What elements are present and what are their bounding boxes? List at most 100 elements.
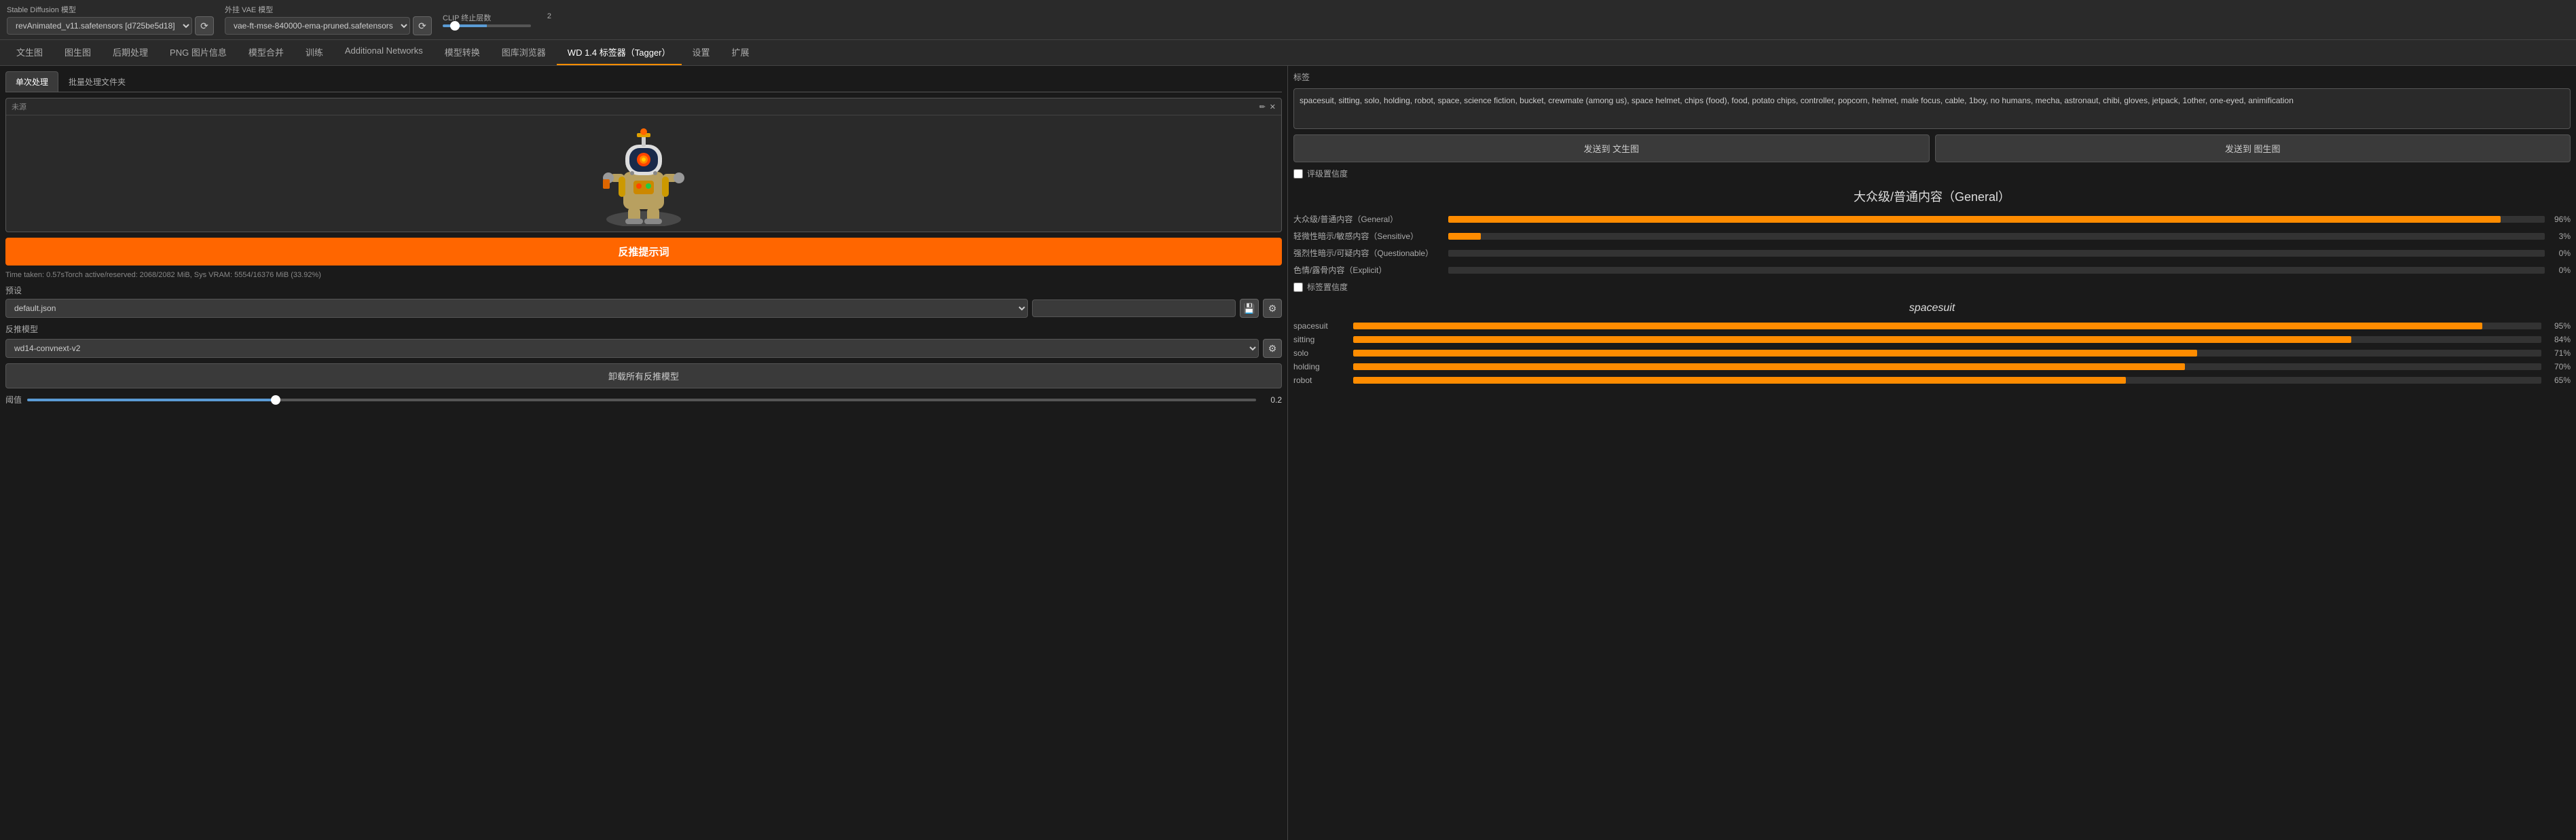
preset-label: 预设: [5, 285, 1282, 296]
tag-section-title: spacesuit: [1293, 298, 2571, 316]
preset-text-input[interactable]: [1032, 299, 1236, 317]
tab-extras[interactable]: 后期处理: [102, 40, 159, 65]
unload-button[interactable]: 卸载所有反推模型: [5, 363, 1282, 388]
tag-track-solo: [1353, 350, 2541, 357]
clip-value: 2: [547, 12, 551, 23]
tag-fill-solo: [1353, 350, 2197, 357]
rating-check-label: 评级置信度: [1307, 168, 1348, 179]
tag-fill-robot: [1353, 377, 2126, 384]
tag-checkbox[interactable]: [1293, 282, 1303, 292]
sd-model-label: Stable Diffusion 模型: [7, 4, 214, 15]
threshold-row: 阈值 0.2: [5, 394, 1282, 405]
rating-bars: 大众级/普通内容（General） 96% 轻微性暗示/敏感内容（Sensiti…: [1293, 213, 2571, 276]
bar-track-questionable: [1448, 250, 2545, 257]
rating-check: 评级置信度: [1293, 168, 2571, 179]
bar-track-sensitive: [1448, 233, 2545, 240]
category-title: 大众级/普通内容（General）: [1293, 185, 2571, 208]
rating-checkbox[interactable]: [1293, 169, 1303, 179]
tab-gallery[interactable]: 图库浏览器: [491, 40, 557, 65]
send-to-img2img-button[interactable]: 发送到 图生图: [1935, 134, 2571, 162]
tab-model-merge[interactable]: 模型合并: [238, 40, 295, 65]
tab-extensions[interactable]: 扩展: [721, 40, 760, 65]
tab-png-info[interactable]: PNG 图片信息: [159, 40, 238, 65]
tags-section-label: 标签: [1293, 71, 2571, 83]
tag-pct-robot: 65%: [2547, 376, 2571, 385]
image-drop-area: 未源 ✏ ✕: [5, 98, 1282, 232]
bar-pct-general: 96%: [2550, 215, 2571, 224]
bar-fill-sensitive: [1448, 233, 1481, 240]
tag-label-sitting: sitting: [1293, 335, 1348, 344]
bar-fill-general: [1448, 216, 2501, 223]
image-source-label: 未源: [12, 101, 26, 112]
tab-img2img[interactable]: 图生图: [54, 40, 102, 65]
model-section-label: 反推模型: [5, 323, 1282, 335]
vae-model-group: 外挂 VAE 模型 vae-ft-mse-840000-ema-pruned.s…: [225, 4, 432, 35]
bar-pct-explicit: 0%: [2550, 266, 2571, 275]
bar-track-explicit: [1448, 267, 2545, 274]
model-row: wd14-convnext-v2 ⚙: [5, 339, 1282, 358]
tab-txt2img[interactable]: 文生图: [5, 40, 54, 65]
tab-train[interactable]: 训练: [295, 40, 334, 65]
tag-bar-sitting: sitting 84%: [1293, 335, 2571, 344]
rating-bar-general: 大众级/普通内容（General） 96%: [1293, 213, 2571, 225]
vae-model-select-wrap: vae-ft-mse-840000-ema-pruned.safetensors…: [225, 16, 432, 35]
bar-pct-questionable: 0%: [2550, 249, 2571, 258]
bar-label-sensitive: 轻微性暗示/敏感内容（Sensitive）: [1293, 230, 1443, 242]
image-container: [6, 115, 1281, 232]
rating-bar-questionable: 强烈性暗示/可疑内容（Questionable） 0%: [1293, 247, 2571, 259]
tag-fill-spacesuit: [1353, 323, 2482, 329]
tag-pct-spacesuit: 95%: [2547, 321, 2571, 331]
inference-model-settings-button[interactable]: ⚙: [1263, 339, 1282, 358]
threshold-value: 0.2: [1262, 395, 1282, 405]
tag-bar-solo: solo 71%: [1293, 348, 2571, 358]
tag-track-sitting: [1353, 336, 2541, 343]
tag-label-robot: robot: [1293, 376, 1348, 385]
preset-row: default.json 💾 ⚙: [5, 299, 1282, 318]
reverse-button[interactable]: 反推提示词: [5, 238, 1282, 266]
sd-model-select-wrap: revAnimated_v11.safetensors [d725be5d18]…: [7, 16, 214, 35]
tab-model-convert[interactable]: 模型转换: [434, 40, 491, 65]
tag-check: 标签置信度: [1293, 281, 2571, 293]
sub-tabs: 单次处理 批量处理文件夹: [5, 71, 1282, 92]
threshold-slider[interactable]: [27, 399, 1256, 401]
inference-model-select[interactable]: wd14-convnext-v2: [5, 339, 1259, 358]
tag-track-spacesuit: [1353, 323, 2541, 329]
tab-settings[interactable]: 设置: [682, 40, 721, 65]
tag-check-label: 标签置信度: [1307, 281, 1348, 293]
tag-fill-holding: [1353, 363, 2185, 370]
bar-label-general: 大众级/普通内容（General）: [1293, 213, 1443, 225]
send-buttons: 发送到 文生图 发送到 图生图: [1293, 134, 2571, 162]
sd-model-refresh-button[interactable]: ⟳: [195, 16, 214, 35]
tag-bars: spacesuit 95% sitting 84% solo 71%: [1293, 321, 2571, 385]
preset-select[interactable]: default.json: [5, 299, 1028, 318]
preset-save-button[interactable]: 💾: [1240, 299, 1259, 318]
bar-pct-sensitive: 3%: [2550, 232, 2571, 241]
right-panel: 标签 spacesuit, sitting, solo, holding, ro…: [1288, 66, 2576, 840]
tag-label-holding: holding: [1293, 362, 1348, 371]
tags-area: spacesuit, sitting, solo, holding, robot…: [1293, 88, 2571, 129]
tag-pct-solo: 71%: [2547, 348, 2571, 358]
close-icon[interactable]: ✕: [1270, 103, 1276, 111]
clip-slider[interactable]: [443, 24, 531, 27]
tab-additional-networks[interactable]: Additional Networks: [334, 40, 434, 65]
bar-track-general: [1448, 216, 2545, 223]
clip-slider-wrap: [443, 24, 551, 27]
vae-model-refresh-button[interactable]: ⟳: [413, 16, 432, 35]
preset-settings-button[interactable]: ⚙: [1263, 299, 1282, 318]
tag-label-solo: solo: [1293, 348, 1348, 358]
tag-pct-holding: 70%: [2547, 362, 2571, 371]
sd-model-select[interactable]: revAnimated_v11.safetensors [d725be5d18]: [7, 17, 192, 35]
tag-fill-sitting: [1353, 336, 2351, 343]
tag-bar-holding: holding 70%: [1293, 362, 2571, 371]
bar-label-questionable: 强烈性暗示/可疑内容（Questionable）: [1293, 247, 1443, 259]
vae-model-label: 外挂 VAE 模型: [225, 4, 432, 15]
sub-tab-batch[interactable]: 批量处理文件夹: [58, 71, 136, 92]
send-to-txt2img-button[interactable]: 发送到 文生图: [1293, 134, 1930, 162]
left-panel: 单次处理 批量处理文件夹 未源 ✏ ✕: [0, 66, 1288, 840]
tag-pct-sitting: 84%: [2547, 335, 2571, 344]
tag-bar-robot: robot 65%: [1293, 376, 2571, 385]
sub-tab-single[interactable]: 单次处理: [5, 71, 58, 92]
edit-icon[interactable]: ✏: [1259, 103, 1266, 111]
vae-model-select[interactable]: vae-ft-mse-840000-ema-pruned.safetensors: [225, 17, 410, 35]
tab-tagger[interactable]: WD 1.4 标签器（Tagger）: [557, 40, 682, 65]
